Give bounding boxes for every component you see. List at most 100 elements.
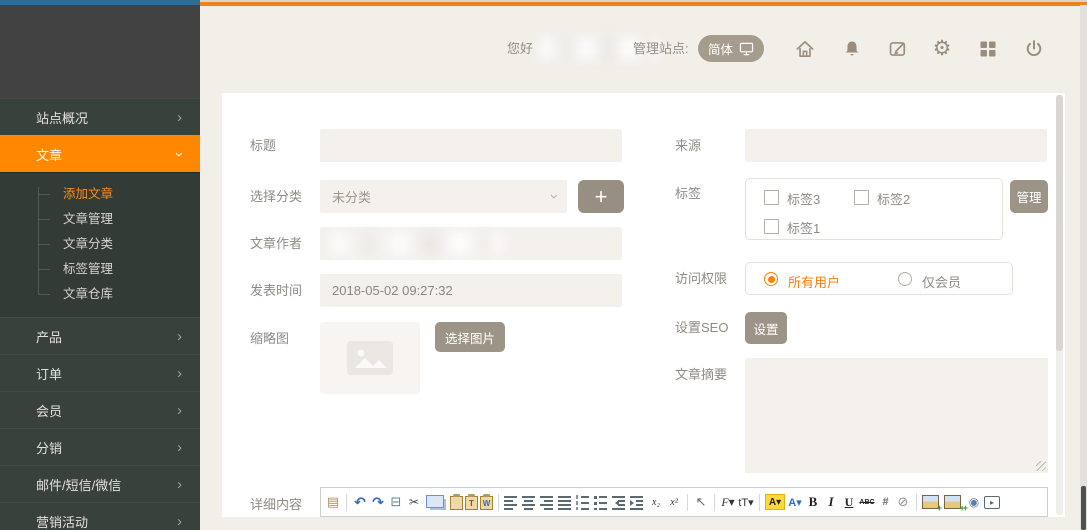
copy-icon[interactable]: [426, 495, 444, 508]
align-left-icon[interactable]: [504, 495, 520, 510]
language-button[interactable]: 简体: [698, 35, 764, 62]
tag-checkbox-1[interactable]: [764, 219, 779, 234]
chevron-right-icon: ›: [177, 366, 182, 381]
source-icon[interactable]: ▤: [325, 493, 341, 511]
sidebar-subitem-article-category[interactable]: 文章分类: [0, 232, 200, 257]
window-scrollbar-track[interactable]: [1080, 5, 1087, 530]
paste-icon[interactable]: [450, 496, 463, 510]
chevron-right-icon: ›: [177, 440, 182, 455]
publish-time-input[interactable]: 2018-05-02 09:27:32: [320, 274, 622, 307]
sidebar-item-site-overview[interactable]: 站点概况 ›: [0, 98, 200, 135]
highlight-color-icon[interactable]: A▾: [765, 494, 785, 510]
toolbar-separator: [714, 494, 715, 511]
indent-icon[interactable]: [630, 495, 646, 510]
sidebar-item-orders[interactable]: 订单 ›: [0, 354, 200, 391]
sidebar-item-members[interactable]: 会员 ›: [0, 391, 200, 428]
author-input[interactable]: [320, 227, 622, 260]
title-label: 标题: [250, 129, 276, 162]
font-color-icon[interactable]: A▾: [787, 493, 803, 511]
window-scrollbar-thumb[interactable]: [1081, 486, 1086, 530]
content-label: 详细内容: [250, 491, 302, 519]
author-label: 文章作者: [250, 227, 302, 260]
source-input[interactable]: [745, 129, 1047, 162]
undo-icon[interactable]: ↶: [352, 493, 368, 511]
insert-media-icon[interactable]: ▸: [984, 496, 1000, 509]
ordered-list-icon[interactable]: [576, 495, 592, 510]
access-label: 访问权限: [675, 262, 727, 295]
thumbnail-preview: [320, 322, 420, 394]
redo-icon[interactable]: ↷: [370, 493, 386, 511]
sidebar-item-messaging[interactable]: 邮件/短信/微信 ›: [0, 465, 200, 502]
align-center-icon[interactable]: [522, 495, 538, 510]
category-select-value: 未分类: [332, 187, 371, 206]
home-icon[interactable]: [793, 37, 817, 61]
sidebar-item-distribution[interactable]: 分销 ›: [0, 428, 200, 465]
manage-tags-button[interactable]: 管理: [1010, 180, 1048, 213]
align-right-icon[interactable]: [540, 495, 556, 510]
sidebar-submenu-articles: 添加文章 文章管理 文章分类 标签管理 文章仓库: [0, 172, 200, 317]
access-radio-members-only[interactable]: [898, 272, 912, 286]
insert-images-icon[interactable]: [944, 495, 961, 509]
strikethrough-icon[interactable]: ABC: [859, 493, 875, 511]
italic-icon[interactable]: I: [823, 493, 839, 511]
toolbar-separator: [346, 494, 347, 511]
publish-time-label: 发表时间: [250, 274, 302, 307]
manage-site-label: 管理站点:: [633, 38, 689, 60]
insert-image-icon[interactable]: [922, 495, 939, 509]
apps-grid-icon[interactable]: [976, 37, 1000, 61]
toolbar-separator: [916, 494, 917, 511]
access-radio-all-users[interactable]: [764, 272, 778, 286]
outdent-icon[interactable]: [612, 495, 628, 510]
power-icon[interactable]: [1022, 37, 1046, 61]
access-radio-label: 所有用户: [788, 272, 840, 291]
sidebar-subitem-tag-manage[interactable]: 标签管理: [0, 257, 200, 282]
eraser-icon[interactable]: ⊘: [895, 493, 911, 511]
chevron-down-icon: ›: [172, 152, 187, 157]
admin-page: 站点概况 › 文章 › 添加文章 文章管理 文章分类 标签管理 文章仓库 产品 …: [0, 0, 1087, 530]
tag-checkbox-3[interactable]: [764, 190, 779, 205]
sidebar-subitem-article-archive[interactable]: 文章仓库: [0, 282, 200, 307]
bell-icon[interactable]: [840, 37, 864, 61]
font-size-icon[interactable]: tT▾: [738, 493, 754, 511]
subscript-icon[interactable]: x₂: [648, 493, 664, 511]
tags-label: 标签: [675, 180, 701, 208]
add-category-button[interactable]: +: [578, 180, 624, 213]
tag-checkbox-2[interactable]: [854, 190, 869, 205]
cut-icon[interactable]: ✂: [406, 493, 422, 511]
font-family-icon[interactable]: F▾: [720, 493, 736, 511]
sidebar-item-marketing[interactable]: 营销活动 ›: [0, 502, 200, 530]
unordered-list-icon[interactable]: [594, 495, 610, 510]
edit-icon[interactable]: [886, 37, 910, 61]
sidebar-subitem-article-manage[interactable]: 文章管理: [0, 207, 200, 232]
card-scrollbar-thumb[interactable]: [1056, 95, 1063, 351]
chevron-down-icon: ›: [538, 194, 571, 199]
print-icon[interactable]: ⊟: [388, 493, 404, 511]
source-label: 来源: [675, 129, 701, 162]
gear-icon[interactable]: ⚙: [930, 36, 954, 60]
title-input[interactable]: [320, 129, 622, 162]
category-select[interactable]: 未分类 ›: [320, 180, 567, 213]
category-label: 选择分类: [250, 180, 302, 213]
paste-text-icon[interactable]: T: [465, 496, 478, 510]
sidebar-item-label: 会员: [36, 401, 62, 420]
tags-box: 标签3 标签2 标签1: [745, 178, 1003, 240]
underline-icon[interactable]: U: [841, 493, 857, 511]
special-chars-icon[interactable]: #: [877, 493, 893, 511]
form-card: 标题 选择分类 未分类 › + 文章作者 发表时间 2018-05-02 09:…: [222, 93, 1065, 517]
seo-label: 设置SEO: [675, 312, 728, 344]
superscript-icon[interactable]: x²: [666, 493, 682, 511]
sidebar-item-products[interactable]: 产品 ›: [0, 317, 200, 354]
choose-image-button[interactable]: 选择图片: [435, 322, 505, 352]
paste-word-icon[interactable]: W: [480, 496, 493, 510]
bold-icon[interactable]: B: [805, 493, 821, 511]
sidebar-item-articles[interactable]: 文章 ›: [0, 135, 200, 172]
select-cursor-icon[interactable]: ↖: [693, 493, 709, 511]
greeting-text: 您好: [507, 38, 533, 60]
sidebar-subitem-add-article[interactable]: 添加文章: [0, 182, 200, 207]
chevron-right-icon: ›: [177, 477, 182, 492]
seo-settings-button[interactable]: 设置: [745, 312, 787, 344]
align-justify-icon[interactable]: [558, 495, 574, 510]
resize-grip-icon[interactable]: [1036, 461, 1046, 471]
summary-textarea[interactable]: [745, 358, 1048, 473]
insert-flash-icon[interactable]: ◉: [966, 493, 982, 511]
